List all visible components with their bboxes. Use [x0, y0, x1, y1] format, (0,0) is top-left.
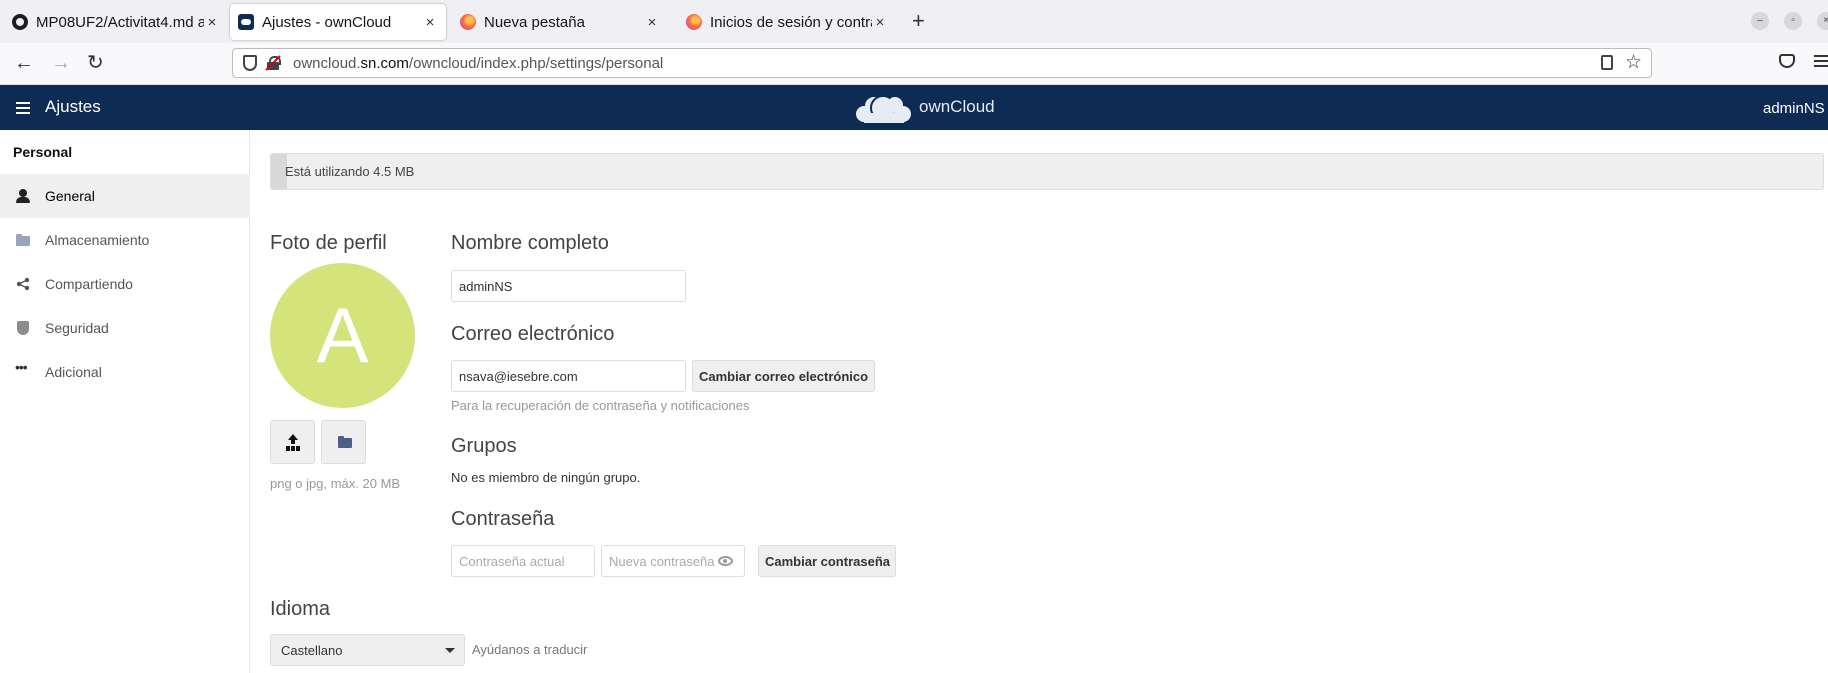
groups-title: Grupos	[451, 435, 517, 457]
language-selected-value: Castellano	[281, 643, 343, 658]
address-bar[interactable]: owncloud.sn.com/owncloud/index.php/setti…	[232, 48, 1652, 78]
change-password-button[interactable]: Cambiar contraseña	[758, 545, 896, 577]
avatar: A	[270, 263, 415, 408]
language-title: Idioma	[270, 598, 331, 620]
sidebar-item-storage[interactable]: Almacenamiento	[0, 218, 250, 262]
help-translate-link[interactable]: Ayúdanos a traducir	[472, 642, 587, 657]
quota-text: Está utilizando 4.5 MB	[285, 164, 415, 179]
fullname-title: Nombre completo	[451, 232, 609, 254]
sidebar-item-label: General	[45, 188, 95, 204]
shield-icon	[17, 321, 29, 335]
share-icon	[16, 277, 30, 291]
maximize-button[interactable]: ▫	[1784, 12, 1802, 30]
username: adminNS	[1763, 100, 1825, 117]
reload-button[interactable]: ↻	[87, 52, 104, 74]
chevron-down-icon	[445, 648, 455, 653]
back-button[interactable]: ←	[14, 52, 34, 74]
forward-button[interactable]: →	[51, 52, 71, 74]
new-tab-button[interactable]: +	[912, 10, 925, 32]
browser-menu-icon[interactable]	[1814, 55, 1828, 67]
language-select[interactable]: Castellano	[270, 634, 465, 666]
photo-hint: png o jpg, máx. 20 MB	[270, 476, 401, 491]
settings-sidebar: Personal General Almacenamiento Comparti…	[0, 130, 250, 673]
close-window-button[interactable]: ×	[1817, 12, 1828, 30]
logo-text: ownCloud	[919, 97, 995, 116]
minimize-button[interactable]: –	[1751, 12, 1769, 30]
tab-logins[interactable]: Inicios de sesión y contra ×	[678, 4, 896, 40]
app-title[interactable]: Ajustes	[45, 97, 101, 117]
choose-from-files-button[interactable]	[321, 420, 366, 464]
folder-icon	[338, 436, 352, 449]
storage-quota-bar: Está utilizando 4.5 MB	[270, 153, 1824, 190]
fullname-field[interactable]	[451, 270, 686, 302]
more-icon	[15, 359, 30, 379]
owncloud-logo-icon[interactable]	[852, 89, 914, 125]
sidebar-section-title: Personal	[13, 144, 73, 160]
email-hint: Para la recuperación de contraseña y not…	[451, 398, 750, 413]
current-password-field[interactable]	[451, 545, 595, 577]
tab-title: Inicios de sesión y contra	[710, 13, 872, 31]
close-icon[interactable]: ×	[422, 14, 438, 31]
reader-view-icon[interactable]	[1601, 55, 1613, 70]
sidebar-item-additional[interactable]: Adicional	[0, 350, 250, 394]
upload-photo-button[interactable]	[270, 420, 315, 464]
github-icon	[12, 14, 28, 30]
sidebar-item-sharing[interactable]: Compartiendo	[0, 262, 250, 306]
sidebar-item-label: Adicional	[45, 364, 102, 380]
sidebar-item-security[interactable]: Seguridad	[0, 306, 250, 350]
profile-photo-title: Foto de perfil	[270, 232, 387, 254]
sidebar-item-label: Almacenamiento	[45, 232, 150, 248]
navigation-toolbar: ← → ↻ owncloud.sn.com/owncloud/index.php…	[0, 43, 1828, 85]
owncloud-icon	[238, 14, 254, 30]
hamburger-menu-icon[interactable]	[16, 102, 30, 114]
folder-icon	[16, 233, 30, 247]
firefox-icon	[460, 14, 476, 30]
tab-github[interactable]: MP08UF2/Activitat4.md a ×	[4, 4, 228, 40]
password-title: Contraseña	[451, 508, 555, 530]
groups-text: No es miembro de ningún grupo.	[451, 470, 641, 485]
browser-tab-bar: MP08UF2/Activitat4.md a × Ajustes - ownC…	[0, 0, 1828, 43]
tracking-protection-icon[interactable]	[243, 55, 257, 71]
sidebar-item-label: Seguridad	[45, 320, 109, 336]
upload-icon	[286, 434, 300, 450]
close-icon[interactable]: ×	[204, 14, 220, 31]
bookmark-star-icon[interactable]: ☆	[1625, 51, 1642, 74]
person-icon	[16, 189, 30, 203]
sidebar-item-general[interactable]: General	[0, 174, 250, 218]
tab-title: MP08UF2/Activitat4.md a	[36, 13, 204, 31]
email-title: Correo electrónico	[451, 323, 615, 345]
tab-title: Ajustes - ownCloud	[262, 13, 392, 31]
url-text[interactable]: owncloud.sn.com/owncloud/index.php/setti…	[293, 55, 663, 72]
change-email-button[interactable]: Cambiar correo electrónico	[692, 360, 875, 392]
firefox-icon	[686, 14, 702, 30]
user-menu[interactable]: adminNS ▾	[1763, 99, 1828, 117]
app-header: Ajustes ownCloud adminNS ▾	[0, 85, 1828, 130]
tab-owncloud-settings[interactable]: Ajustes - ownCloud ×	[230, 4, 446, 40]
close-icon[interactable]: ×	[644, 14, 660, 31]
tab-title: Nueva pestaña	[484, 13, 585, 31]
email-field[interactable]	[451, 360, 686, 392]
sidebar-item-label: Compartiendo	[45, 276, 133, 292]
show-password-eye-icon[interactable]	[718, 556, 733, 566]
tab-new-tab[interactable]: Nueva pestaña ×	[452, 4, 668, 40]
close-icon[interactable]: ×	[872, 14, 888, 31]
pocket-icon[interactable]	[1779, 54, 1795, 68]
